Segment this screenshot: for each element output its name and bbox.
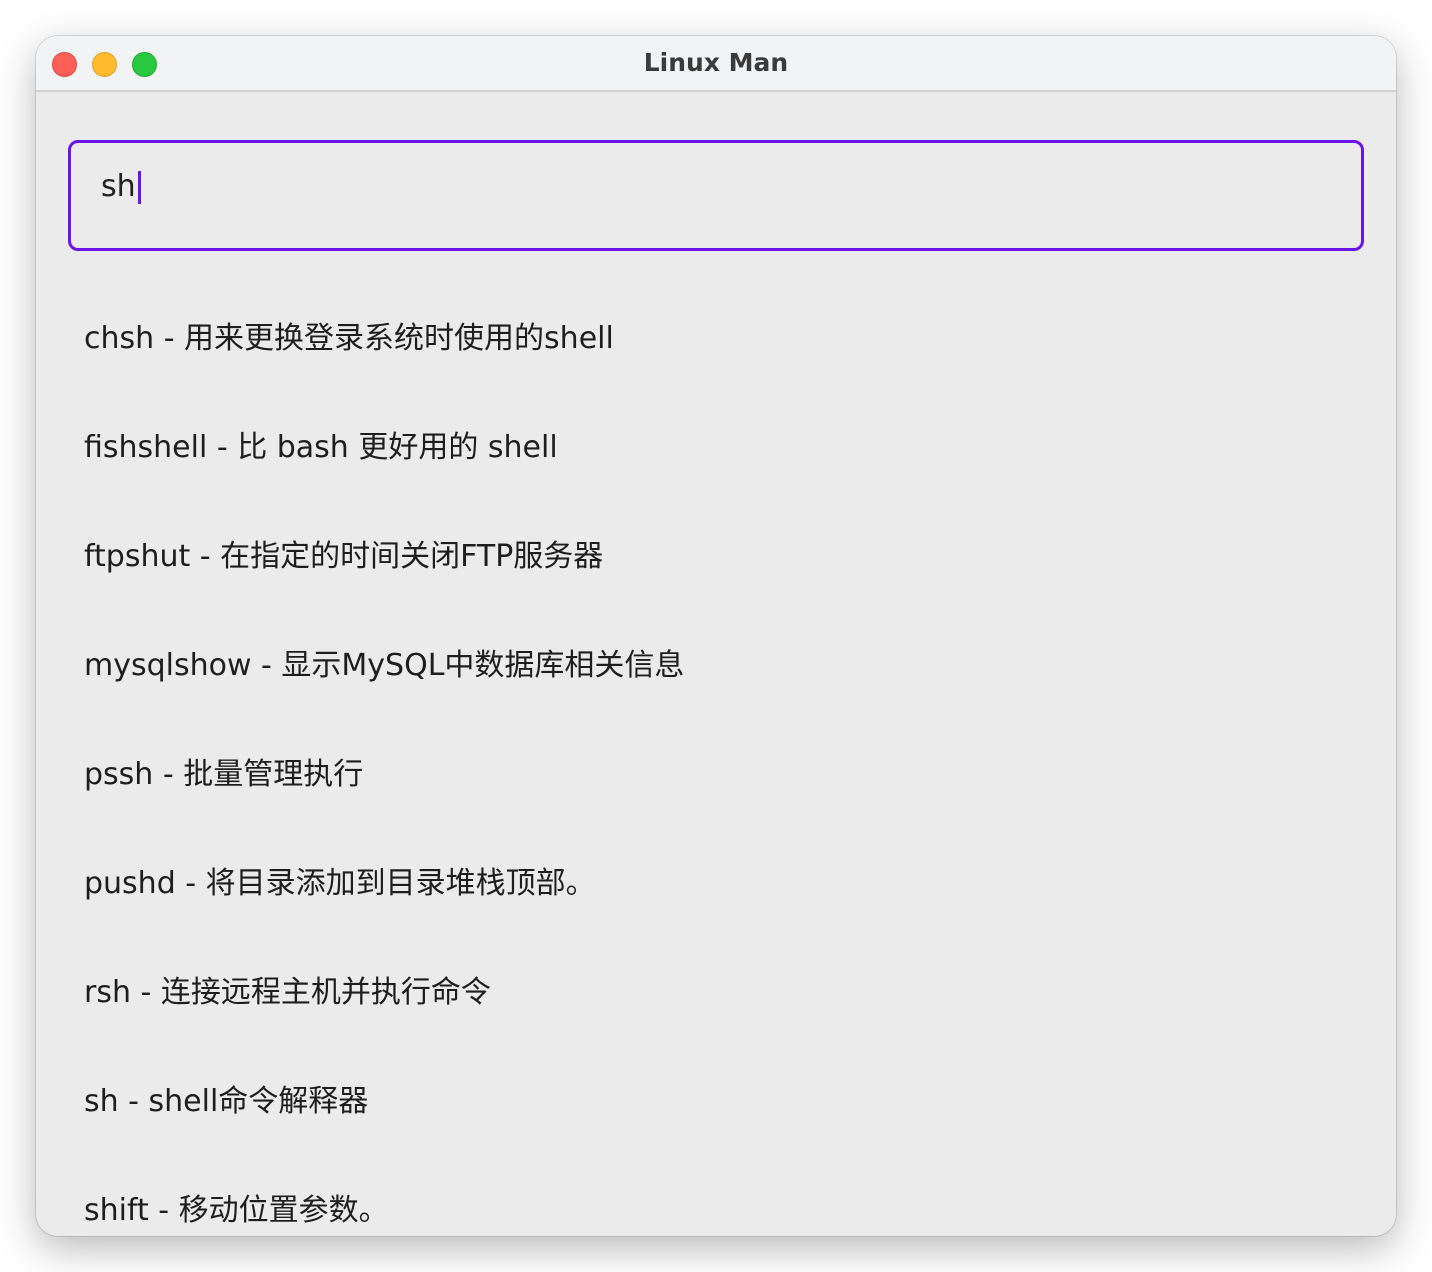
search-input[interactable]: sh xyxy=(68,140,1364,251)
result-item-pssh[interactable]: pssh - 批量管理执行 xyxy=(84,720,1364,829)
result-item-fishshell[interactable]: fishshell - 比 bash 更好用的 shell xyxy=(84,393,1364,502)
text-caret xyxy=(137,170,141,204)
title-bar: Linux Man xyxy=(36,36,1396,92)
search-query: sh xyxy=(101,169,136,204)
result-item-chsh[interactable]: chsh - 用来更换登录系统时使用的shell xyxy=(84,284,1364,393)
app-window: Linux Man sh chsh - 用来更换登录系统时使用的shell fi… xyxy=(36,36,1396,1236)
result-item-ftpshut[interactable]: ftpshut - 在指定的时间关闭FTP服务器 xyxy=(84,502,1364,611)
window-title: Linux Man xyxy=(643,48,789,77)
search-input-text[interactable]: sh xyxy=(101,167,141,207)
result-item-sh[interactable]: sh - shell命令解释器 xyxy=(84,1047,1364,1156)
result-item-shift[interactable]: shift - 移动位置参数。 xyxy=(84,1156,1364,1236)
result-item-pushd[interactable]: pushd - 将目录添加到目录堆栈顶部。 xyxy=(84,829,1364,938)
results-list: chsh - 用来更换登录系统时使用的shell fishshell - 比 b… xyxy=(84,284,1364,1236)
result-item-rsh[interactable]: rsh - 连接远程主机并执行命令 xyxy=(84,938,1364,1047)
result-item-mysqlshow[interactable]: mysqlshow - 显示MySQL中数据库相关信息 xyxy=(84,611,1364,720)
